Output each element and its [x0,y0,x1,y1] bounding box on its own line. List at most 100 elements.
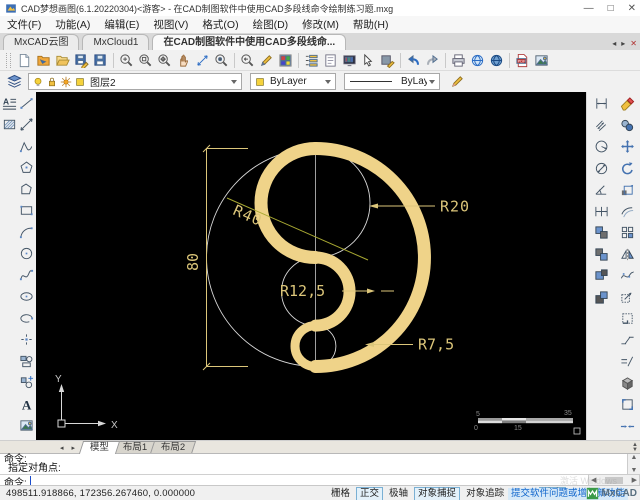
sheet-button[interactable] [321,51,340,70]
stretch-button[interactable] [618,288,637,307]
open-drawing-button[interactable] [34,51,53,70]
menu-item-view[interactable]: 视图(V) [146,17,195,32]
status-toggle-栅格[interactable]: 栅格 [328,488,353,500]
ellipse-arc-button[interactable] [18,309,36,327]
copy-clip-button[interactable] [592,223,611,242]
block-create-button[interactable] [18,374,36,392]
rectangle-button[interactable] [18,202,36,220]
status-toggle-极轴[interactable]: 极轴 [386,488,411,500]
copy-button[interactable] [618,116,637,135]
color-selector[interactable]: ByLayer [250,73,336,90]
paste-block-button[interactable] [592,288,611,307]
dim-continue-button[interactable] [592,202,611,221]
select-add-button[interactable] [359,51,378,70]
layer-list-button[interactable] [302,51,321,70]
command-vscrollbar[interactable]: ▲▼ [627,454,640,474]
edit-spline-button[interactable] [618,266,637,285]
linetype-dropdown-arrow-icon[interactable] [429,80,435,84]
tab-close-icon[interactable]: ✕ [630,39,637,48]
layout-prev-icon[interactable]: ◂ [60,445,67,452]
dim-angular-button[interactable] [592,180,611,199]
doc-tab-mxcad-cloud[interactable]: MxCAD云图 [3,34,79,50]
layer-manager-button[interactable] [5,72,24,91]
new-file-button[interactable] [15,51,34,70]
save-as-button[interactable] [72,51,91,70]
print-button[interactable] [449,51,468,70]
command-scroll-arrows[interactable]: ▲▼ [632,443,638,453]
color-dropdown-arrow-icon[interactable] [325,80,331,84]
status-toggle-对象追踪[interactable]: 对象追踪 [463,488,507,500]
draw-pencil-button[interactable] [257,51,276,70]
menu-item-modify[interactable]: 修改(M) [295,17,346,32]
dim-diameter-button[interactable] [592,159,611,178]
mtext-button[interactable]: A [0,94,18,112]
array-button[interactable] [618,223,637,242]
save-button[interactable] [91,51,110,70]
tab-scroll-left-icon[interactable]: ◂ [612,39,616,48]
zoom-dynamic-button[interactable] [193,51,212,70]
export-pdf-button[interactable]: PDF [513,51,532,70]
menu-item-format[interactable]: 格式(O) [195,17,245,32]
polyline-button[interactable] [18,137,36,155]
edit-polyline-button[interactable] [618,395,637,414]
mirror-button[interactable] [618,245,637,264]
doc-tab-current-drawing[interactable]: 在CAD制图软件中使用CAD多段线命... [152,34,346,50]
join-button[interactable] [618,352,637,371]
spline-button[interactable] [18,266,36,284]
erase-button[interactable] [618,94,637,113]
hatch-button[interactable] [0,116,18,134]
status-toggle-对象捕捉[interactable]: 对象捕捉 [414,487,460,500]
web-publish-button[interactable] [487,51,506,70]
layer-selector[interactable]: 图层2 [28,73,242,90]
close-button[interactable]: ✕ [628,3,636,14]
move-button[interactable] [618,137,637,156]
polygon-button[interactable] [18,159,36,177]
image-ref-button[interactable] [18,417,36,435]
tab-model[interactable]: 模型 [79,441,120,454]
tab-scroll-right-icon[interactable]: ▸ [621,39,625,48]
break-button[interactable] [618,331,637,350]
menu-item-function[interactable]: 功能(A) [48,17,97,32]
status-toggle-正交[interactable]: 正交 [356,487,383,500]
dim-linear-button[interactable] [592,94,611,113]
dim-radius-button[interactable] [592,137,611,156]
command-window[interactable]: 命令: 指定对角点: ▲▼ 命令: ◀▶ [0,453,640,486]
open-folder-button[interactable] [53,51,72,70]
display-settings-button[interactable] [340,51,359,70]
doc-tab-mxcloud1[interactable]: MxCloud1 [82,34,149,50]
zoom-in-button[interactable] [117,51,136,70]
ellipse-button[interactable] [18,288,36,306]
insert-image-button[interactable] [532,51,551,70]
block-insert-button[interactable] [18,352,36,370]
menu-item-edit[interactable]: 编辑(E) [97,17,146,32]
layout-next-icon[interactable]: ▸ [71,445,78,452]
text-button[interactable]: A [18,395,36,413]
maximize-button[interactable]: □ [608,3,614,14]
point-button[interactable] [18,331,36,349]
circle-button[interactable] [18,245,36,263]
arc-button[interactable] [18,223,36,241]
menu-item-file[interactable]: 文件(F) [0,17,48,32]
zoom-extents-button[interactable] [155,51,174,70]
line-button[interactable] [18,94,36,112]
offset-button[interactable] [618,202,637,221]
zoom-previous-button[interactable] [238,51,257,70]
zoom-center-button[interactable] [212,51,231,70]
lengthen-button[interactable] [618,309,637,328]
draw-settings-button[interactable] [448,72,467,91]
rotate-button[interactable] [618,159,637,178]
web-cloud-button[interactable] [468,51,487,70]
scale-button[interactable] [618,180,637,199]
save-brush-button[interactable] [378,51,397,70]
drawing-canvas[interactable]: 80 R40 R20 R12,5 R7,5 [36,92,586,440]
minimize-button[interactable]: — [584,3,594,14]
zoom-window-button[interactable] [136,51,155,70]
dim-aligned-button[interactable] [592,116,611,135]
menu-item-help[interactable]: 帮助(H) [346,17,396,32]
redo-button[interactable] [423,51,442,70]
trim-button[interactable] [618,417,637,436]
undo-button[interactable] [404,51,423,70]
explode-button[interactable] [618,374,637,393]
cut-clip-button[interactable] [592,245,611,264]
xline-button[interactable] [18,116,36,134]
